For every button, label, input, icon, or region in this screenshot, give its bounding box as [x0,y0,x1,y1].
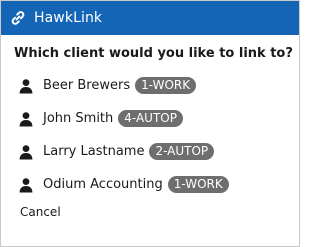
client-code-badge: 2-AUTOP [149,143,215,160]
client-option-larry-lastname[interactable]: Larry Lastname 2-AUTOP [1,135,299,168]
client-option-odium-accounting[interactable]: Odium Accounting 1-WORK [1,168,299,201]
hawklink-dialog: HawkLink Which client would you like to … [0,0,300,247]
client-code-badge: 1-WORK [167,176,229,193]
client-name: Larry Lastname [43,144,145,159]
app-title: HawkLink [34,10,103,26]
person-icon [18,144,34,160]
client-code-badge: 4-AUTOP [118,110,183,127]
cancel-button[interactable]: Cancel [20,205,61,219]
person-icon [18,177,34,193]
client-name: John Smith [43,111,114,126]
title-bar: HawkLink [1,1,299,35]
person-icon [18,111,34,127]
client-option-john-smith[interactable]: John Smith 4-AUTOP [1,102,299,135]
link-icon [9,9,27,27]
client-option-beer-brewers[interactable]: Beer Brewers 1-WORK [1,69,299,102]
person-icon [18,78,34,94]
client-name: Beer Brewers [43,78,131,93]
client-list: Beer Brewers 1-WORK John Smith 4-AUTOP L… [1,69,299,201]
client-name: Odium Accounting [43,177,163,192]
client-code-badge: 1-WORK [135,77,197,94]
link-prompt: Which client would you like to link to? [14,46,293,61]
